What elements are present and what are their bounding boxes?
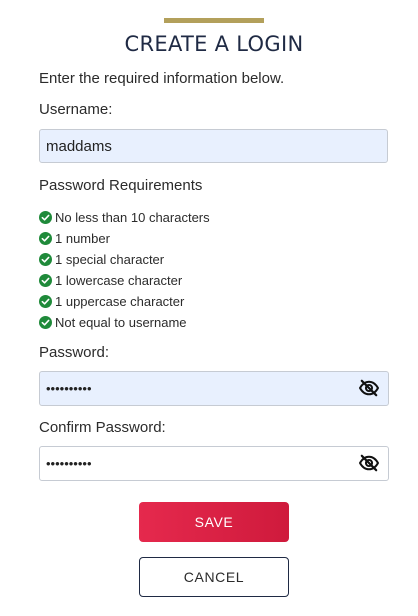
password-input[interactable] (39, 371, 389, 406)
requirement-item: Not equal to username (39, 312, 210, 333)
password-field (39, 371, 389, 406)
requirement-label: 1 number (55, 231, 110, 246)
password-requirements-title: Password Requirements (39, 177, 203, 194)
requirement-label: No less than 10 characters (55, 210, 210, 225)
check-circle-icon (39, 295, 52, 308)
username-label: Username: (39, 101, 113, 118)
requirement-item: 1 lowercase character (39, 270, 210, 291)
confirm-password-label: Confirm Password: (39, 419, 166, 436)
password-label: Password: (39, 344, 110, 361)
eye-slash-icon[interactable] (358, 379, 380, 397)
save-button[interactable]: SAVE (139, 502, 289, 542)
page-title: CREATE A LOGIN (124, 32, 304, 56)
confirm-password-field (39, 446, 389, 481)
eye-slash-icon[interactable] (358, 454, 380, 472)
check-circle-icon (39, 274, 52, 287)
cancel-button[interactable]: CANCEL (139, 557, 289, 597)
requirement-label: 1 special character (55, 252, 165, 267)
requirement-item: 1 special character (39, 249, 210, 270)
username-input[interactable] (39, 129, 388, 163)
requirement-label: Not equal to username (55, 315, 187, 330)
requirement-item: No less than 10 characters (39, 207, 210, 228)
check-circle-icon (39, 316, 52, 329)
check-circle-icon (39, 253, 52, 266)
confirm-password-input[interactable] (39, 446, 389, 481)
requirement-item: 1 uppercase character (39, 291, 210, 312)
requirement-label: 1 uppercase character (55, 294, 185, 309)
password-requirements-list: No less than 10 characters 1 number 1 sp… (39, 207, 210, 333)
requirement-item: 1 number (39, 228, 210, 249)
requirement-label: 1 lowercase character (55, 273, 183, 288)
accent-bar (164, 18, 264, 23)
form-instructions: Enter the required information below. (39, 70, 285, 87)
check-circle-icon (39, 211, 52, 224)
check-circle-icon (39, 232, 52, 245)
create-login-form: CREATE A LOGIN Enter the required inform… (0, 0, 418, 616)
